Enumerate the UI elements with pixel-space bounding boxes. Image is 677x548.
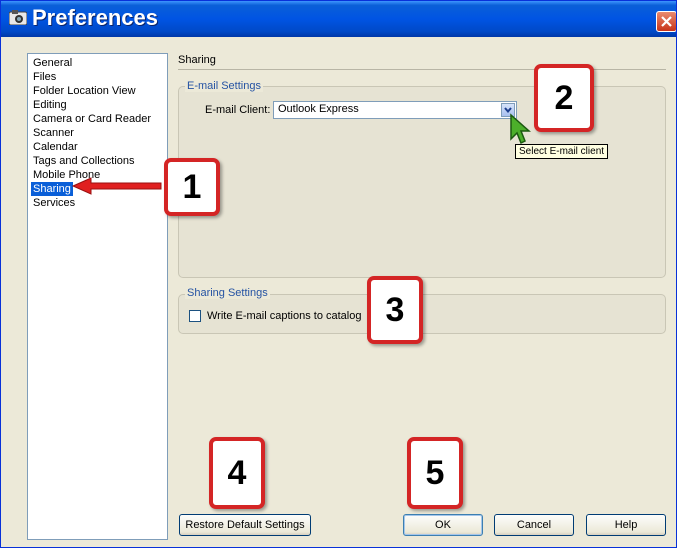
tooltip: Select E-mail client: [515, 144, 609, 159]
callout-2: 2: [534, 64, 594, 132]
sidebar-item-folder-location-view[interactable]: Folder Location View: [31, 84, 138, 98]
help-button[interactable]: Help: [586, 514, 666, 536]
cancel-button[interactable]: Cancel: [494, 514, 574, 536]
sharing-settings-title: Sharing Settings: [185, 287, 270, 299]
write-captions-label[interactable]: Write E-mail captions to catalog: [207, 310, 361, 322]
category-list[interactable]: General Files Folder Location View Editi…: [27, 53, 168, 540]
sidebar-item-services[interactable]: Services: [31, 196, 77, 210]
sidebar-item-general[interactable]: General: [31, 56, 74, 70]
email-client-value: Outlook Express: [278, 103, 359, 115]
callout-5: 5: [407, 437, 463, 509]
close-button[interactable]: [656, 11, 676, 32]
email-client-label: E-mail Client:: [205, 104, 271, 116]
restore-defaults-button[interactable]: Restore Default Settings: [179, 514, 311, 536]
preferences-dialog: Preferences General Files Folder Locatio…: [0, 0, 677, 548]
sidebar-item-editing[interactable]: Editing: [31, 98, 69, 112]
sidebar-item-tags-and-collections[interactable]: Tags and Collections: [31, 154, 137, 168]
sidebar-item-files[interactable]: Files: [31, 70, 58, 84]
red-arrow-icon: [71, 177, 162, 195]
callout-1: 1: [164, 158, 220, 216]
email-settings-title: E-mail Settings: [185, 80, 263, 92]
sidebar-item-calendar[interactable]: Calendar: [31, 140, 80, 154]
sidebar-item-sharing[interactable]: Sharing: [31, 182, 73, 196]
mouse-cursor-icon: [510, 113, 531, 145]
write-captions-checkbox[interactable]: [189, 310, 201, 322]
sidebar-item-scanner[interactable]: Scanner: [31, 126, 76, 140]
email-client-select[interactable]: Outlook Express: [273, 101, 517, 119]
title-bar[interactable]: Preferences: [1, 1, 676, 37]
callout-3: 3: [367, 276, 423, 344]
window-title: Preferences: [32, 5, 158, 30]
close-icon: [661, 16, 672, 27]
sidebar-item-camera-or-card-reader[interactable]: Camera or Card Reader: [31, 112, 153, 126]
app-icon: [8, 10, 28, 26]
ok-button[interactable]: OK: [403, 514, 483, 536]
callout-4: 4: [209, 437, 265, 509]
panel-heading: Sharing: [178, 54, 216, 66]
